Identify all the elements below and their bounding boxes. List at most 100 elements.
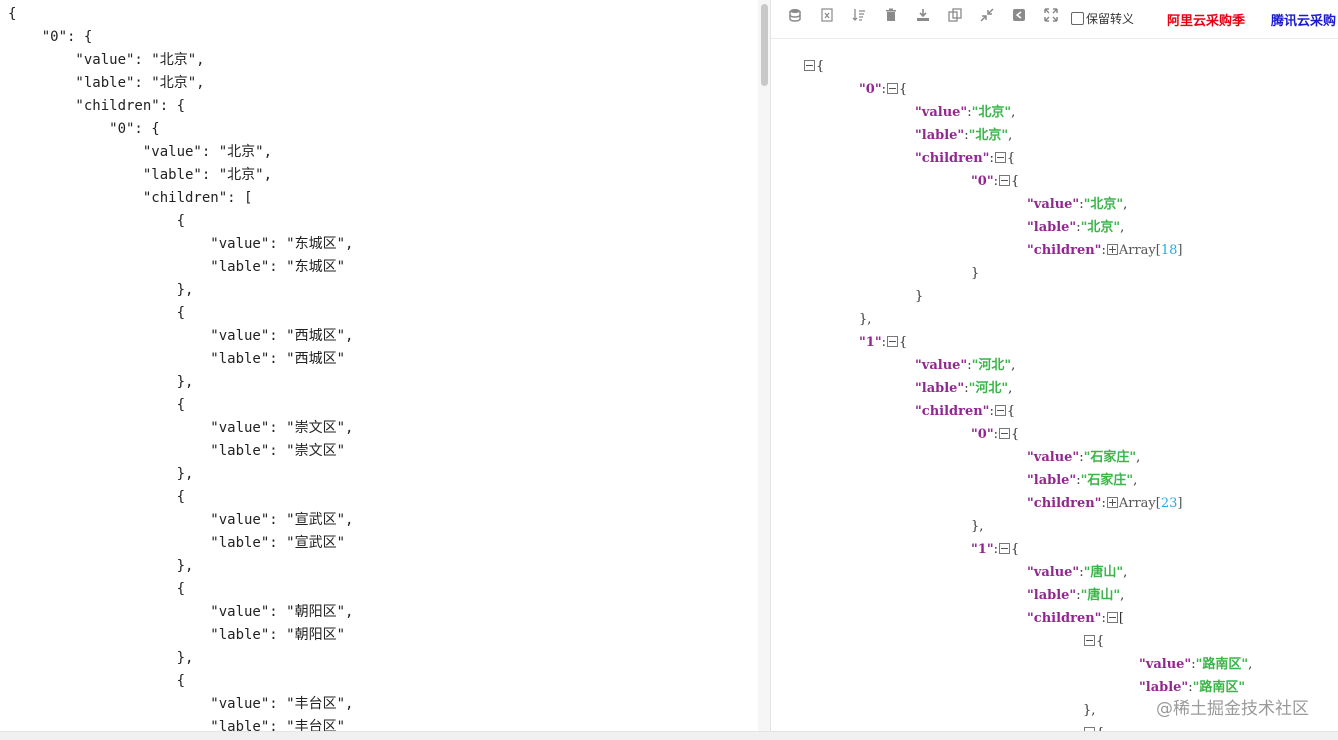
collapse-node-icon[interactable] <box>998 175 1010 186</box>
editor-line[interactable]: "lable": "朝阳区" <box>8 624 345 647</box>
collapse-node-icon[interactable] <box>1084 635 1095 646</box>
collapse-node-icon[interactable] <box>994 152 1006 163</box>
compress-icon[interactable] <box>977 8 997 28</box>
tree-punctuation: { <box>1096 634 1105 649</box>
tree-line: "children": { <box>915 400 1015 423</box>
share-icon[interactable] <box>1009 8 1029 28</box>
editor-line[interactable]: "value": "东城区", <box>8 233 353 256</box>
tree-punctuation: { <box>1010 542 1020 557</box>
tree-line: } <box>971 262 979 285</box>
tree-line: "value":"唐山", <box>1027 561 1127 584</box>
editor-line[interactable]: { <box>8 670 185 693</box>
sort-icon[interactable] <box>849 8 869 28</box>
editor-scrollbar[interactable] <box>758 0 770 731</box>
copy-icon[interactable] <box>945 8 965 28</box>
keep-escape-checkbox[interactable]: 保留转义 <box>1071 10 1134 27</box>
tree-punctuation: } <box>971 266 980 281</box>
tree-key: "children" <box>915 151 990 166</box>
tree-punctuation: : <box>989 151 994 166</box>
tree-string-value: "石家庄" <box>1080 473 1134 488</box>
editor-line[interactable]: "lable": "宣武区" <box>8 532 345 555</box>
tree-string-value: "北京" <box>971 105 1012 120</box>
editor-line[interactable]: "lable": "西城区" <box>8 348 345 371</box>
editor-line[interactable]: "lable": "北京", <box>8 164 272 187</box>
collapse-node-icon[interactable] <box>886 83 898 94</box>
tree-punctuation: , <box>1011 358 1016 373</box>
tree-string-value: "北京" <box>968 128 1009 143</box>
tree-array-label: ] <box>1177 496 1183 511</box>
editor-line[interactable]: "lable": "北京", <box>8 72 204 95</box>
collapse-node-icon[interactable] <box>886 336 898 347</box>
tree-key: "1" <box>971 542 994 557</box>
tree-line: }, <box>971 515 983 538</box>
tree-punctuation: { <box>1010 427 1020 442</box>
tree-punctuation: : <box>993 542 998 557</box>
editor-line[interactable]: }, <box>8 463 194 486</box>
checkbox-box[interactable] <box>1071 12 1084 25</box>
tree-key: "children" <box>915 404 990 419</box>
download-icon[interactable] <box>913 8 933 28</box>
editor-line[interactable]: { <box>8 3 16 26</box>
tencent-link[interactable]: 腾讯云采购 <box>1271 10 1336 29</box>
aliyun-link[interactable]: 阿里云采购季 <box>1167 10 1245 29</box>
tree-line: "value":"石家庄", <box>1027 446 1140 469</box>
editor-line[interactable]: "value": "朝阳区", <box>8 601 353 624</box>
tree-line: "0": { <box>971 423 1019 446</box>
collapse-node-icon[interactable] <box>994 405 1006 416</box>
tree-string-value: "石家庄" <box>1083 450 1137 465</box>
editor-line[interactable]: }, <box>8 555 194 578</box>
tree-punctuation: : <box>989 404 994 419</box>
tree-punctuation: { <box>898 335 908 350</box>
excel-icon[interactable] <box>817 8 837 28</box>
delete-icon[interactable] <box>881 8 901 28</box>
tree-line: }, <box>859 308 871 331</box>
tree-count: 23 <box>1160 496 1178 511</box>
collapse-node-icon[interactable] <box>1106 612 1118 623</box>
editor-line[interactable]: { <box>8 486 185 509</box>
editor-line[interactable]: }, <box>8 371 194 394</box>
tree-line: "lable":"石家庄", <box>1027 469 1137 492</box>
tree-line: "lable":"唐山", <box>1027 584 1124 607</box>
editor-line[interactable]: }, <box>8 647 194 670</box>
tree-key: "lable" <box>1139 680 1189 695</box>
tree-key: "children" <box>1027 243 1102 258</box>
editor-line[interactable]: "lable": "丰台区" <box>8 716 345 731</box>
expand-node-icon[interactable] <box>1106 497 1118 508</box>
editor-line[interactable]: "value": "北京", <box>8 141 272 164</box>
raw-json-editor[interactable]: { "0": { "value": "北京", "lable": "北京", "… <box>0 0 760 731</box>
editor-line[interactable]: "value": "崇文区", <box>8 417 353 440</box>
tree-string-value: "唐山" <box>1083 565 1124 580</box>
database-icon[interactable] <box>785 8 805 28</box>
editor-line[interactable]: "0": { <box>8 118 160 141</box>
tree-line: "value":"北京", <box>915 101 1015 124</box>
tree-line: "children": Array[23] <box>1027 492 1182 515</box>
editor-scrollbar-thumb[interactable] <box>761 4 768 86</box>
editor-line[interactable]: { <box>8 394 185 417</box>
editor-line[interactable]: { <box>8 578 185 601</box>
editor-line[interactable]: "value": "丰台区", <box>8 693 353 716</box>
tree-punctuation: , <box>1123 565 1128 580</box>
expand-icon[interactable] <box>1041 8 1061 28</box>
tree-punctuation: } <box>915 289 924 304</box>
tree-punctuation: }, <box>1083 703 1096 718</box>
collapse-node-icon[interactable] <box>998 543 1010 554</box>
editor-line[interactable]: "lable": "东城区" <box>8 256 345 279</box>
collapse-node-icon[interactable] <box>804 60 815 71</box>
tree-string-value: "北京" <box>1083 197 1124 212</box>
editor-line[interactable]: { <box>8 302 185 325</box>
editor-line[interactable]: "children": { <box>8 95 185 118</box>
tree-punctuation: { <box>1006 404 1016 419</box>
editor-line[interactable]: "children": [ <box>8 187 253 210</box>
editor-line[interactable]: }, <box>8 279 194 302</box>
editor-line[interactable]: "value": "西城区", <box>8 325 353 348</box>
editor-line[interactable]: "0": { <box>8 26 93 49</box>
tree-string-value: "河北" <box>971 358 1012 373</box>
tree-punctuation: , <box>1008 381 1013 396</box>
editor-line[interactable]: { <box>8 210 185 233</box>
expand-node-icon[interactable] <box>1106 244 1118 255</box>
tree-key: "value" <box>915 358 968 373</box>
collapse-node-icon[interactable] <box>998 428 1010 439</box>
editor-line[interactable]: "value": "北京", <box>8 49 204 72</box>
editor-line[interactable]: "lable": "崇文区" <box>8 440 345 463</box>
editor-line[interactable]: "value": "宣武区", <box>8 509 353 532</box>
